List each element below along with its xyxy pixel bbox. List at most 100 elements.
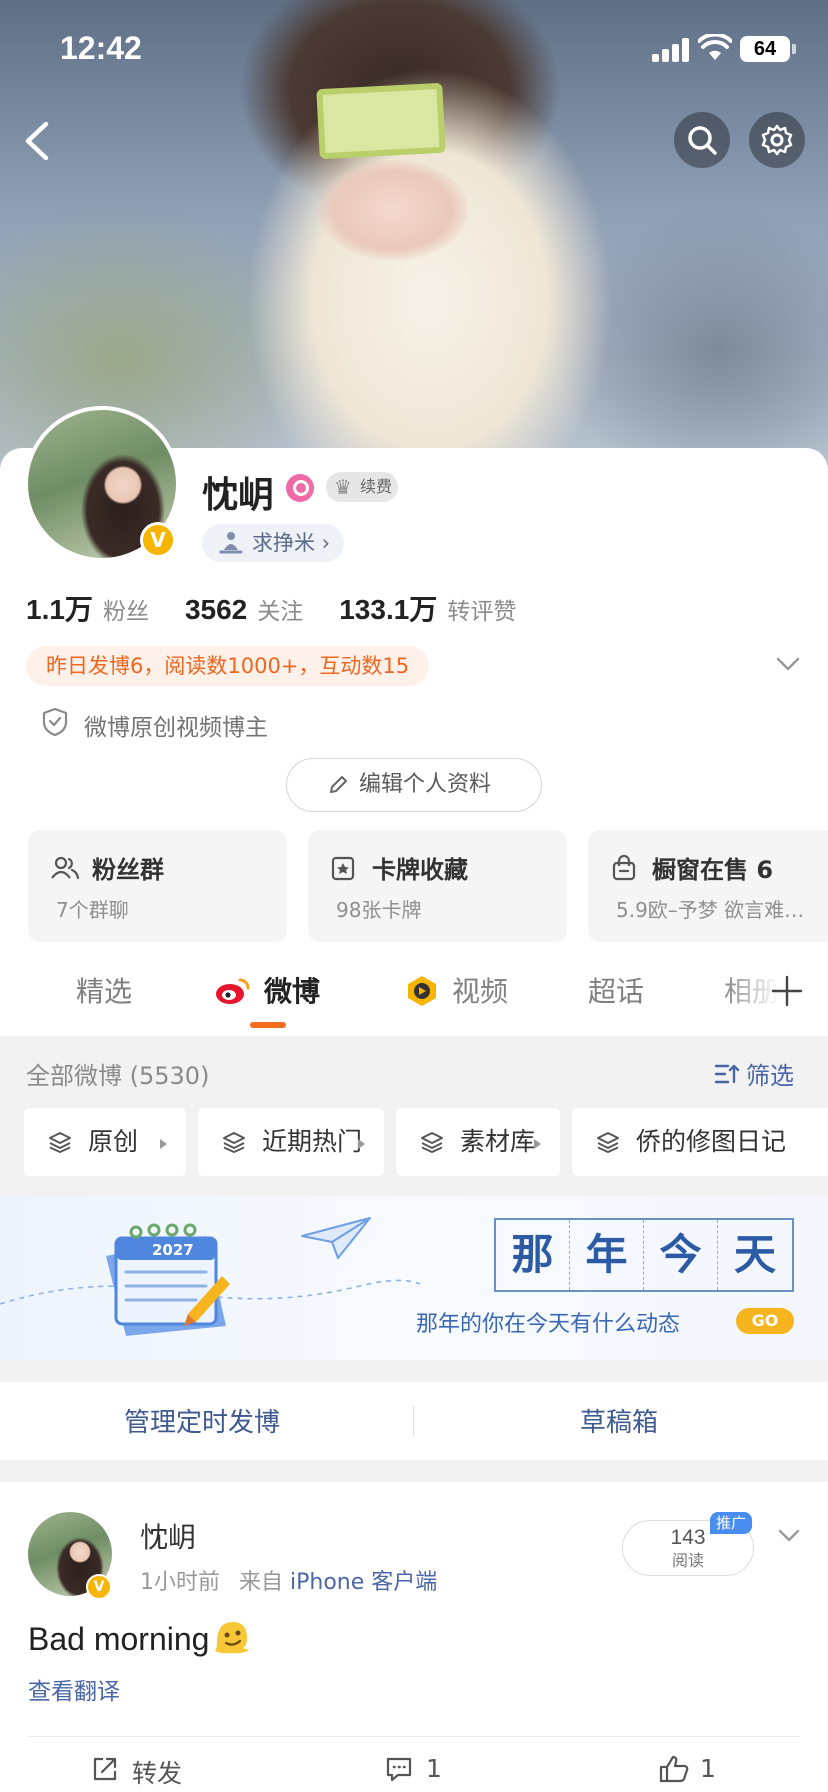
daily-summary-notice[interactable]: 昨日发博6，阅读数1000+，互动数15 [26,646,430,686]
read-label: 阅读 [671,1551,704,1570]
signal-icon [652,38,692,62]
like-button[interactable]: 1 [658,1754,716,1783]
post-from: 来自 [239,1570,284,1595]
layers-icon [421,1132,443,1153]
active-tab-indicator [250,1022,286,1028]
chevron-down-icon[interactable] [776,1526,802,1546]
profile-tabs: 精选 微博 视频 超话 相册 [0,950,828,1034]
meditation-icon [219,532,243,554]
chip-materials[interactable]: 素材库 [396,1108,560,1176]
go-button[interactable]: GO [736,1308,794,1334]
identity-badge-icon[interactable] [286,474,314,502]
profile-tag[interactable]: 求挣米 › [202,524,345,562]
view-translation-link[interactable]: 查看翻译 [28,1672,120,1706]
engagement-label[interactable]: 转评赞 [447,592,516,626]
cover-face [318,160,468,260]
repost-button[interactable]: 转发 [90,1754,182,1790]
chip-original[interactable]: 原创 [24,1108,186,1176]
vip-renew-badge[interactable]: 续费 [326,472,398,502]
scheduled-posts-button[interactable]: 管理定时发博 [124,1402,280,1439]
chip-recent-hot-label: 近期热门 [262,1127,363,1156]
share-icon [93,1757,117,1781]
verified-badge-icon: V [86,1574,112,1600]
post-time: 1小时前 [140,1570,220,1595]
back-button[interactable] [18,118,58,164]
on-this-day-banner[interactable]: 2027 那 年 今 天 那年的你在今天有什么动态 GO [0,1196,828,1360]
shop-window-title: 橱窗在售 6 [652,856,774,884]
followers-count[interactable]: 1.1万 [26,588,93,628]
feed-header: 全部微博 (5530) 筛选 原创 近期热门 素材库 侨的修图日记 [0,1036,828,1196]
feature-tiles: 粉丝群 7个群聊 卡牌收藏 98张卡牌 橱窗在售 6 5.9欧–予梦 欲言难… [28,830,828,942]
calendar-icon: 2027 [106,1223,230,1336]
paper-plane-icon [301,1217,371,1259]
engagement-count[interactable]: 133.1万 [339,588,437,628]
category-chips: 原创 近期热门 素材库 侨的修图日记 [24,1108,828,1176]
title-char: 年 [570,1220,644,1290]
certification[interactable]: 微博原创视频博主 [40,706,268,741]
fan-group-sub: 7个群聊 [56,898,129,922]
fan-group-tile[interactable]: 粉丝群 7个群聊 [28,830,287,942]
calendar-year: 2027 [152,1241,194,1259]
post-body: Bad morning [28,1618,251,1658]
post-author-name[interactable]: 忱岄 [140,1516,196,1556]
divider [28,1736,800,1737]
shield-check-icon [42,707,68,737]
on-this-day-title: 那 年 今 天 [494,1218,794,1292]
status-bar: 12:42 64 [0,0,828,100]
filter-icon [714,1064,740,1084]
chip-materials-label: 素材库 [460,1127,536,1156]
all-posts-count[interactable]: 全部微博 (5530) [26,1056,209,1091]
edit-profile-label: 编辑个人资料 [359,772,492,797]
post-text: Bad morning [28,1621,210,1657]
followers-label[interactable]: 粉丝 [103,592,149,626]
caret-right-icon [534,1139,541,1149]
search-icon [688,126,717,155]
weibo-logo-icon [216,978,250,1004]
post-source[interactable]: iPhone 客户端 [290,1570,437,1595]
battery-indicator: 64 [740,36,796,62]
title-char: 天 [733,1230,776,1279]
card-collection-tile[interactable]: 卡牌收藏 98张卡牌 [308,830,567,942]
pencil-icon [330,776,347,793]
tab-super-topic[interactable]: 超话 [588,970,644,1010]
like-count: 1 [700,1754,716,1783]
settings-button[interactable] [749,112,805,168]
thumbs-up-icon [659,1755,689,1783]
chevron-down-icon[interactable] [774,654,802,674]
chip-recent-hot[interactable]: 近期热门 [198,1108,384,1176]
post-card: V 忱岄 1小时前 来自 iPhone 客户端 143 阅读 推广 Bad mo… [0,1482,828,1792]
following-count[interactable]: 3562 [185,594,247,626]
profile-tag-label: 求挣米 › [252,531,331,555]
title-char: 今 [644,1220,718,1290]
post-meta: 1小时前 来自 iPhone 客户端 [140,1564,437,1596]
tab-weibo[interactable]: 微博 [264,970,320,1010]
wifi-icon [698,34,732,60]
card-collection-title: 卡牌收藏 [372,856,468,884]
comment-count: 1 [426,1754,442,1783]
video-logo-icon [408,976,436,1006]
comment-icon [386,1757,412,1782]
shop-window-tile[interactable]: 橱窗在售 6 5.9欧–予梦 欲言难… [588,830,828,942]
edit-profile-button[interactable]: 编辑个人资料 [286,758,542,812]
tab-video[interactable]: 视频 [452,970,508,1010]
comment-button[interactable]: 1 [384,1754,442,1783]
filter-button[interactable]: 筛选 [714,1056,794,1091]
repost-label: 转发 [132,1759,183,1788]
chip-editing-diary-label: 侨的修图日记 [636,1127,787,1156]
search-button[interactable] [674,112,730,168]
promote-badge[interactable]: 推广 [710,1512,753,1534]
tab-featured[interactable]: 精选 [76,970,132,1010]
layers-icon [223,1132,245,1153]
caret-right-icon [160,1139,167,1149]
shop-window-sub: 5.9欧–予梦 欲言难… [616,898,805,922]
chip-editing-diary[interactable]: 侨的修图日记 [572,1108,828,1176]
following-label[interactable]: 关注 [257,592,303,626]
post-management-bar: 管理定时发博 草稿箱 [0,1382,828,1460]
filter-label: 筛选 [746,1062,794,1090]
group-icon [51,856,80,880]
chevron-left-icon [25,121,49,161]
add-icon[interactable] [770,974,804,1008]
shopping-bag-icon [612,854,636,881]
drafts-button[interactable]: 草稿箱 [580,1402,658,1439]
gear-icon [761,124,793,156]
